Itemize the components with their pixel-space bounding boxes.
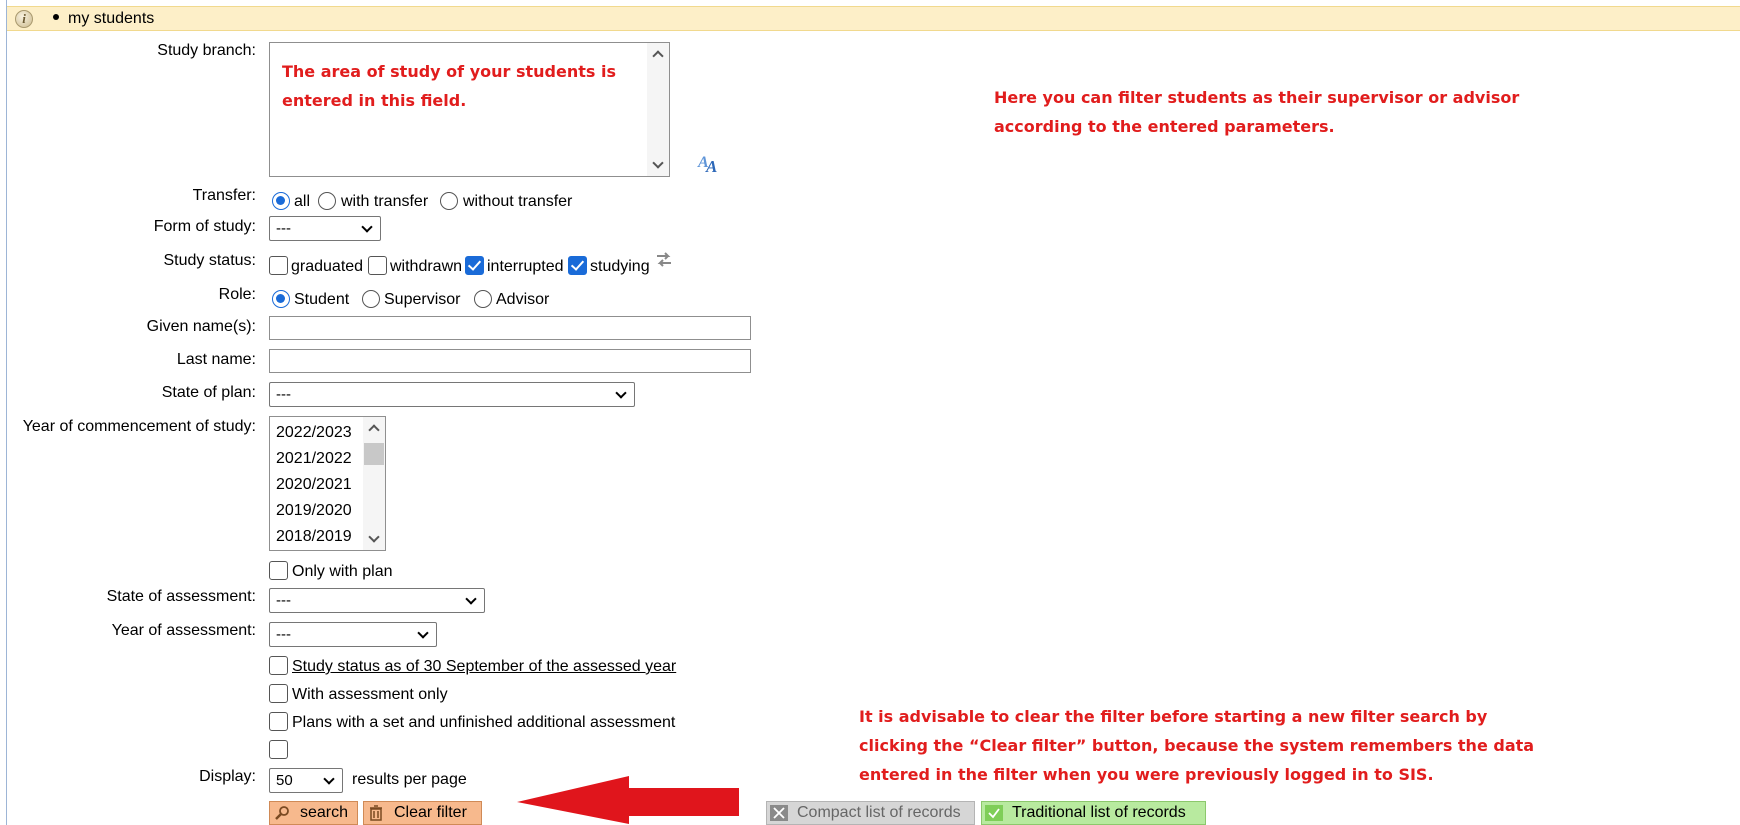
chevron-down-icon (417, 627, 429, 639)
breadcrumb-label[interactable]: my students (68, 10, 154, 27)
chevron-down-icon (323, 773, 335, 785)
search-icon (275, 806, 289, 820)
trash-icon (370, 805, 382, 821)
year-of-assessment-label: Year of assessment: (111, 622, 256, 639)
status-studying-label: studying (590, 258, 650, 275)
transfer-all-label: all (294, 193, 311, 210)
translate-icon[interactable]: A A (697, 152, 723, 174)
only-with-plan-checkbox[interactable] (269, 561, 288, 580)
year-commencement-label: Year of commencement of study: (22, 418, 256, 435)
clear-filter-button[interactable]: Clear filter (363, 801, 482, 825)
state-of-assessment-label: State of assessment: (106, 588, 256, 605)
role-supervisor-label: Supervisor (384, 291, 461, 308)
chevron-down-icon (615, 387, 627, 399)
state-of-plan-value: --- (276, 386, 291, 403)
chevron-down-icon (361, 221, 373, 233)
transfer-with-label: with transfer (341, 193, 429, 210)
form-of-study-select[interactable]: --- (269, 216, 381, 241)
toggle-all-icon[interactable] (655, 250, 673, 270)
breadcrumb: my students (53, 10, 154, 28)
role-advisor-radio[interactable] (474, 290, 492, 308)
plans-unfinished-label: Plans with a set and unfinished addition… (292, 714, 676, 731)
chevron-down-icon (465, 593, 477, 605)
year-option[interactable]: 2019/2020 (276, 502, 352, 520)
year-option[interactable]: 2021/2022 (276, 450, 352, 468)
status-interrupted-label: interrupted (487, 258, 564, 275)
year-option[interactable]: 2020/2021 (276, 476, 352, 494)
status-withdrawn-label: withdrawn (390, 258, 463, 275)
display-count-value: 50 (276, 772, 293, 789)
compact-list-button[interactable]: Compact list of records (766, 801, 975, 825)
study-branch-textarea[interactable]: The area of study of your students is en… (269, 42, 670, 177)
status-studying-checkbox[interactable] (568, 256, 587, 275)
form-of-study-value: --- (276, 220, 291, 237)
role-student-label: Student (294, 291, 350, 308)
transfer-all-radio[interactable] (272, 192, 290, 210)
results-per-page-label: results per page (352, 771, 467, 788)
scroll-up-icon[interactable] (652, 50, 664, 62)
scroll-up-icon[interactable] (368, 424, 380, 436)
given-names-input[interactable] (269, 316, 751, 340)
unlabeled-checkbox[interactable] (269, 740, 288, 759)
close-icon (770, 805, 788, 821)
traditional-list-button[interactable]: Traditional list of records (981, 801, 1206, 825)
given-names-label: Given name(s): (146, 318, 256, 335)
bullet-icon (53, 13, 59, 20)
transfer-label: Transfer: (192, 187, 256, 204)
with-assessment-only-checkbox[interactable] (269, 684, 288, 703)
study-branch-note: The area of study of your students is en… (282, 62, 616, 110)
transfer-without-radio[interactable] (440, 192, 458, 210)
state-of-assessment-value: --- (276, 592, 291, 609)
role-supervisor-radio[interactable] (362, 290, 380, 308)
role-student-radio[interactable] (272, 290, 290, 308)
form-of-study-label: Form of study: (153, 218, 256, 235)
display-label: Display: (199, 768, 256, 785)
study-branch-scrollbar[interactable] (647, 43, 669, 176)
role-advisor-label: Advisor (496, 291, 550, 308)
last-name-input[interactable] (269, 349, 751, 373)
header-bar: i my students (7, 6, 1740, 31)
traditional-list-button-label: Traditional list of records (1012, 804, 1186, 821)
year-list-scrollbar[interactable] (363, 417, 385, 550)
info-icon[interactable]: i (15, 10, 33, 28)
status-withdrawn-checkbox[interactable] (368, 256, 387, 275)
red-arrow-annotation (517, 776, 739, 824)
year-commencement-listbox[interactable]: 2022/2023 2021/2022 2020/2021 2019/2020 … (269, 416, 386, 551)
state-of-plan-label: State of plan: (161, 384, 256, 401)
search-button-label: search (300, 804, 349, 821)
check-icon (985, 805, 1003, 821)
clear-filter-button-label: Clear filter (394, 804, 467, 821)
svg-text:A: A (705, 157, 717, 174)
year-of-assessment-select[interactable]: --- (269, 622, 437, 647)
search-button[interactable]: search (269, 801, 358, 825)
last-name-label: Last name: (176, 351, 256, 368)
state-of-plan-select[interactable]: --- (269, 382, 635, 407)
status-as-of-label[interactable]: Study status as of 30 September of the a… (292, 658, 676, 676)
status-interrupted-checkbox[interactable] (465, 256, 484, 275)
status-graduated-label: graduated (291, 258, 364, 275)
study-status-label: Study status: (163, 252, 257, 269)
year-option[interactable]: 2022/2023 (276, 424, 352, 442)
status-graduated-checkbox[interactable] (269, 256, 288, 275)
only-with-plan-label: Only with plan (292, 563, 393, 580)
plans-unfinished-checkbox[interactable] (269, 712, 288, 731)
transfer-with-radio[interactable] (318, 192, 336, 210)
scroll-down-icon[interactable] (652, 157, 664, 169)
study-branch-label: Study branch: (157, 42, 256, 59)
state-of-assessment-select[interactable]: --- (269, 588, 485, 613)
status-as-of-checkbox[interactable] (269, 656, 288, 675)
with-assessment-only-label: With assessment only (292, 686, 448, 703)
year-of-assessment-value: --- (276, 626, 291, 643)
role-label: Role: (218, 286, 256, 303)
content-frame: i my students Study branch: The area of … (6, 0, 1740, 825)
scroll-down-icon[interactable] (368, 531, 380, 543)
filter-explanation-note: Here you can filter students as their su… (994, 88, 1520, 136)
year-option[interactable]: 2018/2019 (276, 528, 352, 546)
scroll-thumb[interactable] (364, 443, 384, 465)
clear-filter-advice-note: It is advisable to clear the filter befo… (859, 707, 1535, 784)
display-count-select[interactable]: 50 (269, 768, 343, 793)
compact-list-button-label: Compact list of records (797, 804, 961, 821)
transfer-without-label: without transfer (463, 193, 573, 210)
